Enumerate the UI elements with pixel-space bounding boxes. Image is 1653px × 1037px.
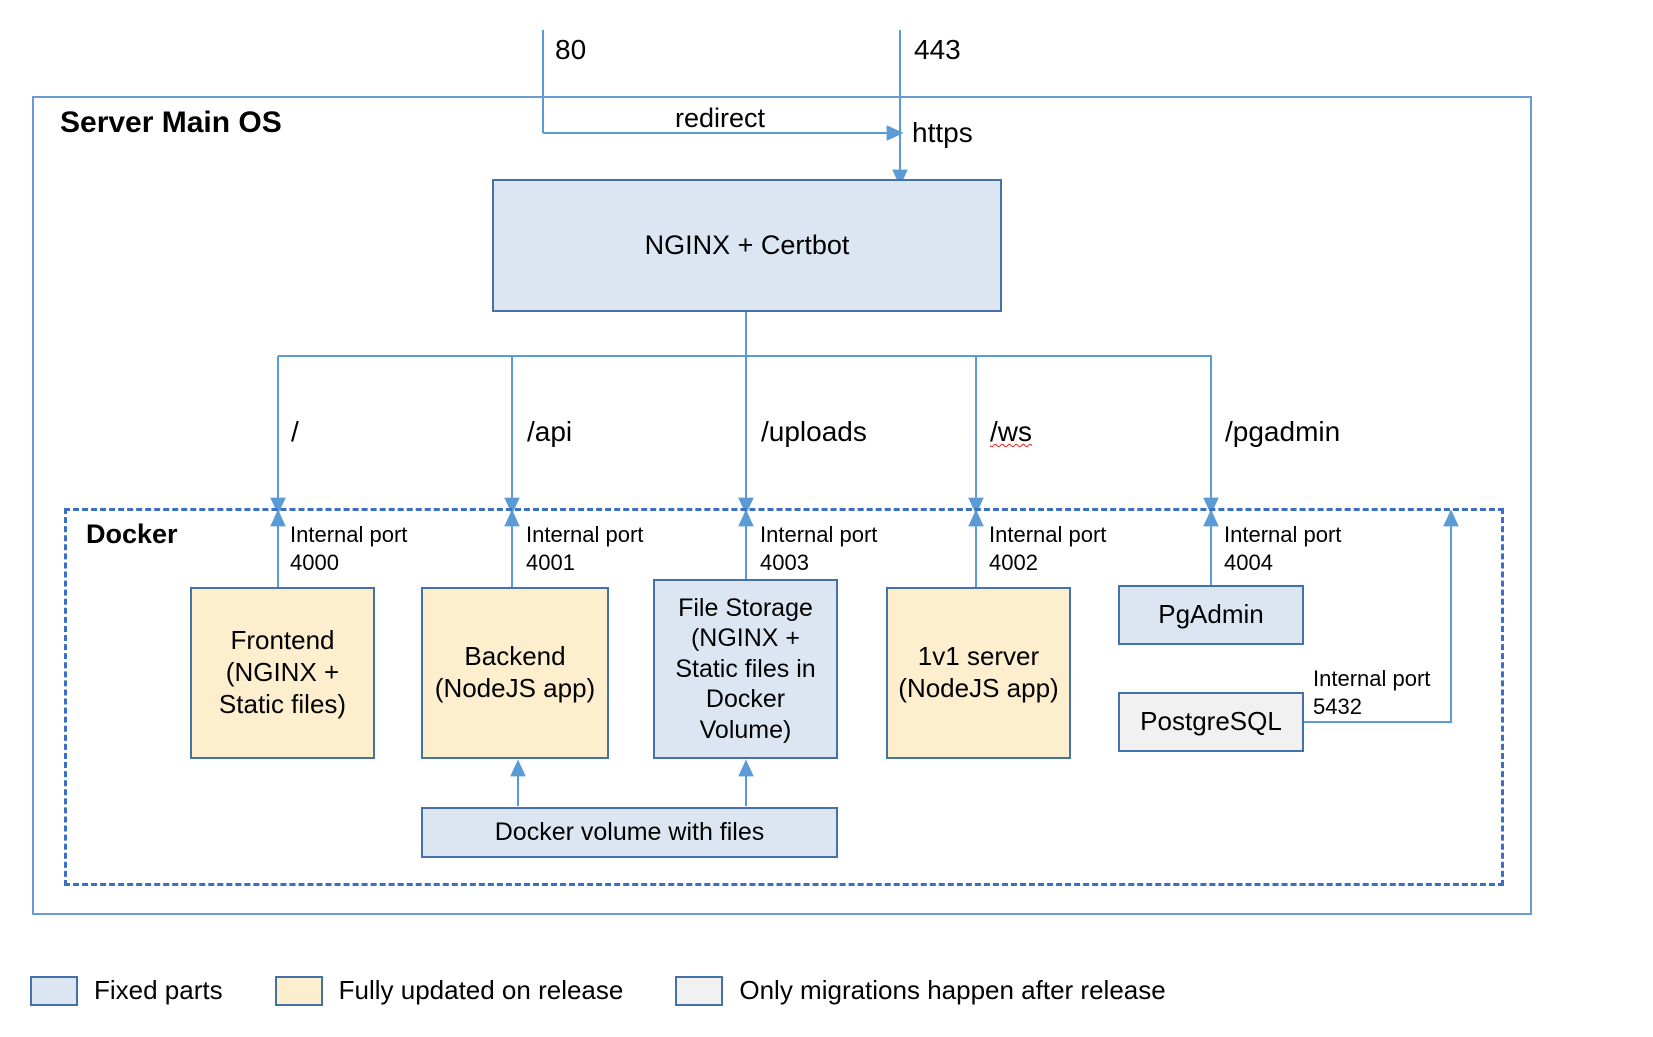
node-frontend[interactable]: Frontend (NGINX + Static files) — [190, 587, 375, 759]
internal-port-4000: Internal port 4000 — [290, 522, 408, 575]
route-label-ws: /ws — [990, 416, 1032, 447]
internal-port-4004: Internal port 4004 — [1224, 522, 1342, 575]
legend-label-migrations: Only migrations happen after release — [739, 975, 1166, 1005]
legend-swatch-migrations — [675, 975, 724, 1006]
node-pgadmin[interactable]: PgAdmin — [1118, 585, 1304, 645]
port-443-label: 443 — [914, 34, 961, 65]
legend: Fixed parts Fully updated on release Onl… — [30, 975, 1166, 1006]
node-1v1-server[interactable]: 1v1 server (NodeJS app) — [886, 587, 1071, 759]
diagram-canvas: Server Main OS Docker 80 443 redirect ht… — [0, 0, 1653, 1037]
node-nginx-certbot[interactable]: NGINX + Certbot — [492, 179, 1002, 312]
legend-item-fixed: Fixed parts — [30, 975, 223, 1006]
route-label-api: /api — [527, 416, 573, 447]
internal-port-4002: Internal port 4002 — [989, 522, 1107, 575]
legend-swatch-fixed — [30, 975, 78, 1006]
legend-label-updated: Fully updated on release — [338, 975, 624, 1005]
legend-label-fixed: Fixed parts — [94, 975, 223, 1005]
route-label-root: / — [291, 416, 299, 447]
port-80-label: 80 — [555, 34, 587, 65]
docker-title: Docker — [86, 519, 178, 549]
https-label: https — [912, 117, 973, 148]
node-postgresql[interactable]: PostgreSQL — [1118, 692, 1304, 752]
node-docker-volume[interactable]: Docker volume with files — [421, 807, 838, 858]
route-label-uploads: /uploads — [761, 416, 867, 447]
node-backend[interactable]: Backend (NodeJS app) — [421, 587, 609, 759]
redirect-label: redirect — [675, 103, 766, 133]
node-file-storage[interactable]: File Storage (NGINX + Static files in Do… — [653, 579, 838, 759]
server-os-title: Server Main OS — [60, 106, 282, 139]
legend-swatch-updated — [274, 975, 323, 1006]
internal-port-4003: Internal port 4003 — [760, 522, 878, 575]
legend-item-updated: Fully updated on release — [274, 975, 624, 1006]
legend-item-migrations: Only migrations happen after release — [675, 975, 1166, 1006]
internal-port-4001: Internal port 4001 — [526, 522, 644, 575]
internal-port-5432: Internal port 5432 — [1313, 666, 1431, 719]
route-label-pgadmin: /pgadmin — [1225, 416, 1341, 447]
